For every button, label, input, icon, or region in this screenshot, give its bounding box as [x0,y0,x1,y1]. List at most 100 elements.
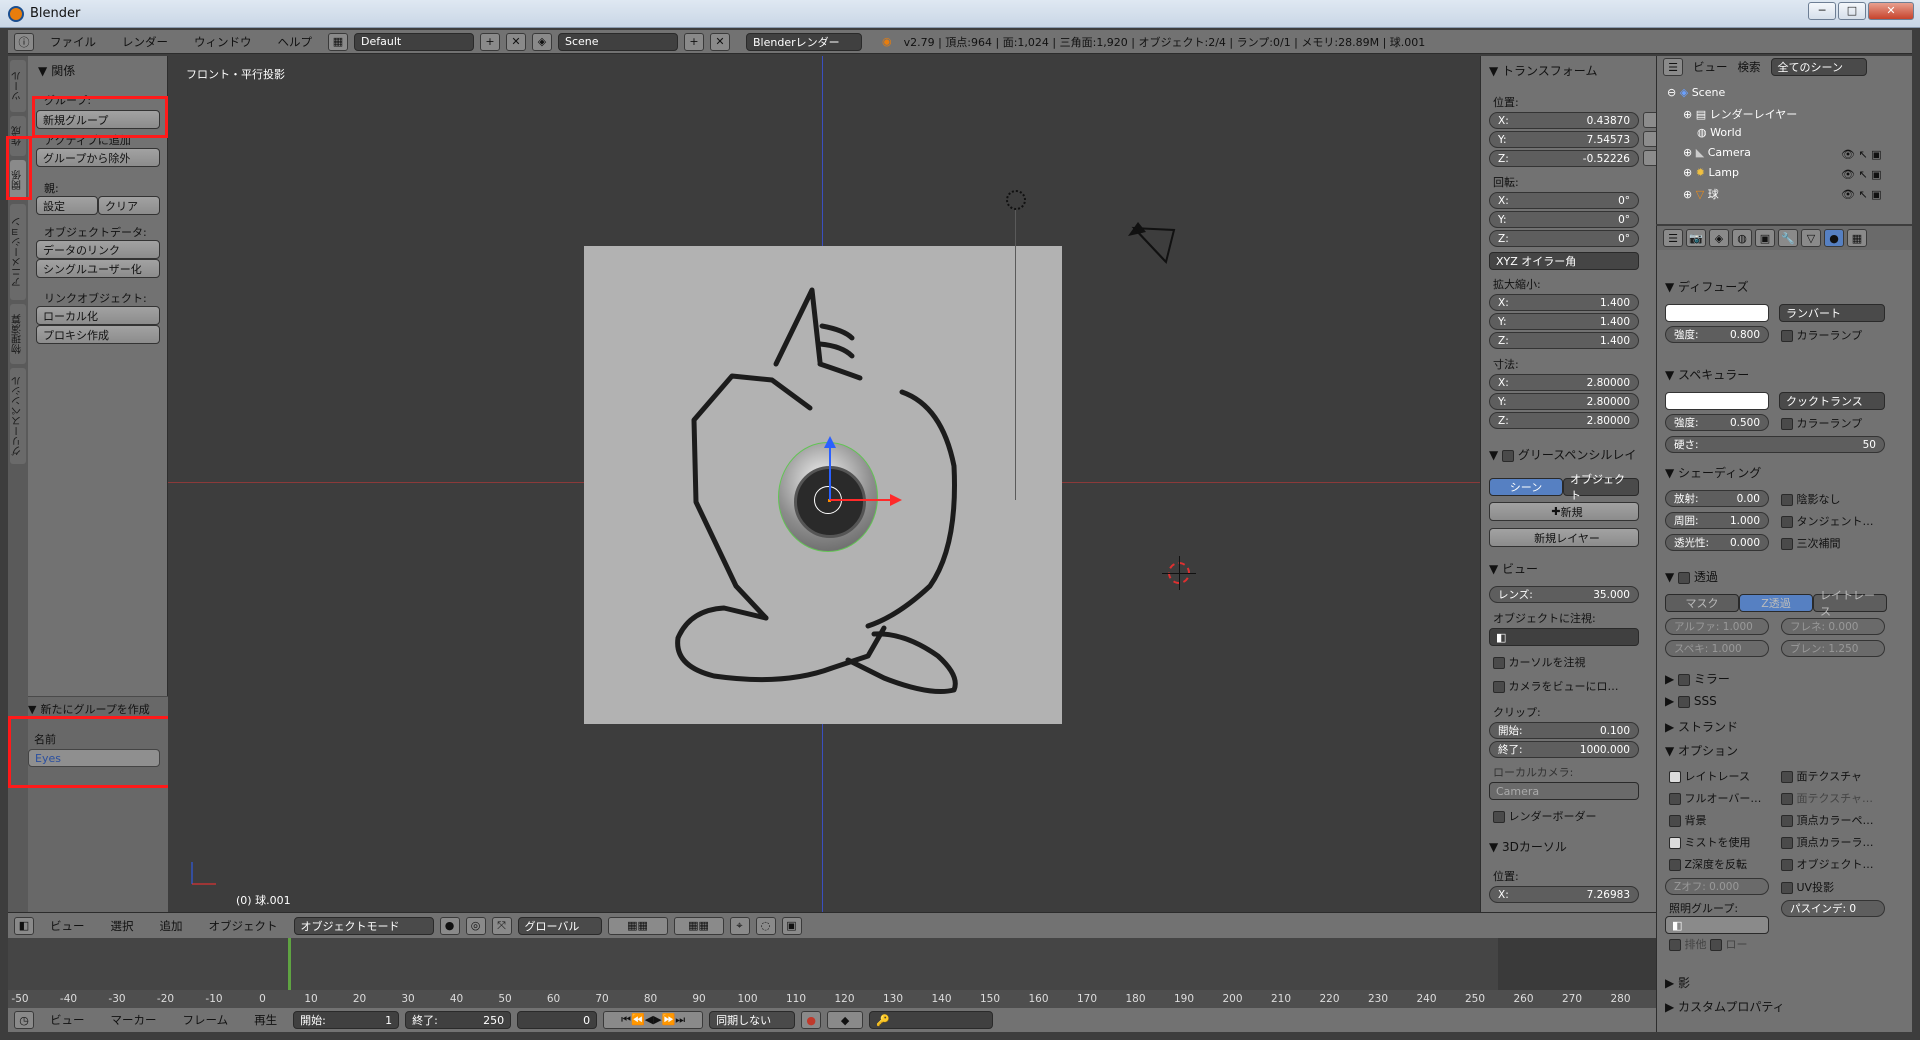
spec-alpha-field[interactable]: スペキ: 1.000 [1665,640,1769,657]
3d-viewport[interactable]: フロント・平行投影 (0) 球.001 [168,56,1480,912]
world-tab-icon[interactable]: ◍ [1732,229,1752,247]
emit-field[interactable]: 放射: 0.00 [1665,490,1769,507]
record-icon[interactable]: ● [801,1011,822,1029]
object-tab-icon[interactable]: ▣ [1755,229,1775,247]
end-frame-field[interactable]: 終了: 250 [405,1011,512,1029]
display-mode-select[interactable]: 全てのシーン [1770,58,1867,76]
material-tab-icon[interactable]: ● [1824,229,1844,247]
tangent-option[interactable]: タンジェント… [1781,513,1874,529]
modifier-tab-icon[interactable]: 🔧 [1778,229,1798,247]
diffuse-color-swatch[interactable] [1665,304,1769,322]
specular-panel-header[interactable]: ▼ スペキュラー [1665,366,1749,383]
menu-file[interactable]: ファイル [40,34,106,50]
lock-object-field[interactable]: ◧ [1489,628,1639,646]
tl-menu-view[interactable]: ビュー [40,1012,95,1028]
render-engine-select[interactable]: Blenderレンダー [746,32,862,51]
location-z[interactable]: Z: -0.52226 [1489,150,1639,167]
sync-select[interactable]: 同期しない [709,1011,796,1029]
raytrace-transp-toggle[interactable]: レイトレース [1813,589,1887,618]
single-user-button[interactable]: シングルユーザー化 [36,259,160,278]
close-button[interactable]: ✕ [1868,2,1914,20]
location-y[interactable]: Y: 7.54573 [1489,131,1639,148]
dimension-x[interactable]: X: 2.80000 [1489,374,1639,391]
outliner-item-lamp[interactable]: ⊕ ✹ Lamp [1683,166,1739,179]
mask-toggle[interactable]: マスク [1665,594,1739,612]
ambient-field[interactable]: 周囲: 1.000 [1665,512,1769,529]
specular-shader-select[interactable]: クックトランス [1779,392,1885,410]
gp-scene-toggle[interactable]: シーン [1489,478,1563,496]
fresnel-field[interactable]: フレネ: 0.000 [1781,618,1885,635]
cubic-option[interactable]: 三次補間 [1781,535,1841,551]
opt-facetex[interactable]: 面テクスチャ [1781,768,1862,784]
opt-fullover[interactable]: フルオーバー… [1669,790,1761,806]
info-editor-type-icon[interactable]: ⓘ [14,32,34,51]
texture-tab-icon[interactable]: ▦ [1847,229,1867,247]
checkbox[interactable] [1493,657,1505,669]
tab-tools[interactable]: ツール [10,60,26,112]
opt-vcolpaint[interactable]: 頂点カラーペ… [1781,812,1874,828]
sss-panel-header[interactable]: ▶ SSS [1665,694,1717,708]
shadeless-option[interactable]: 陰影なし [1781,491,1841,507]
checkbox[interactable] [1502,449,1515,462]
checkbox[interactable] [1669,939,1681,951]
remove-scene-icon[interactable]: ✕ [710,32,730,51]
menu-help[interactable]: ヘルプ [268,34,323,50]
pivot-icon[interactable]: ◎ [465,916,486,935]
proportional-icon[interactable]: ◌ [755,916,776,935]
checkbox[interactable] [1781,771,1793,783]
specular-color-swatch[interactable] [1665,392,1769,410]
checkbox[interactable] [1669,793,1681,805]
current-frame-marker[interactable] [288,938,291,990]
render-tab-icon[interactable]: 📷 [1686,229,1706,247]
parent-clear-button[interactable]: クリア [98,196,160,215]
specular-ramp-option[interactable]: カラーランプ [1781,415,1862,431]
camera-object-icon[interactable] [1124,218,1184,266]
gp-new-button[interactable]: ✚ 新規 [1489,502,1639,521]
scale-z[interactable]: Z: 1.400 [1489,332,1639,349]
layers-icon[interactable]: ▦▦ [607,916,668,935]
checkbox[interactable] [1669,771,1681,783]
manipulator-icon[interactable]: ⤧ [491,916,512,935]
screen-layout-icon[interactable]: ▦ [328,32,348,51]
cursor-x-field[interactable]: X: 7.26983 [1489,886,1639,903]
tab-grease-pencil[interactable]: グリースペンシル [10,368,26,464]
timeline[interactable]: -50 -40 -30 -20 -10 0 10 20 30 40 50 60 70 80 90 100 110… [8,938,1656,1010]
tl-menu-frame[interactable]: フレーム [173,1012,239,1028]
opt-uvproj[interactable]: UV投影 [1781,879,1834,895]
render-border-option[interactable]: レンダーボーダー [1493,808,1597,824]
checkbox[interactable] [1781,538,1793,550]
outliner-item-world[interactable]: ◍ World [1697,126,1742,139]
gizmo-z-arrow[interactable] [829,446,831,500]
dimension-z[interactable]: Z: 2.80000 [1489,412,1639,429]
snap-icon[interactable]: ⌖ [729,916,750,935]
outliner-item-scene[interactable]: ⊖ ◈ Scene [1667,86,1725,99]
opt-vcollight[interactable]: 頂点カラーラ… [1781,834,1874,850]
relations-panel-header[interactable]: ▼ 関係 [38,62,75,79]
playback-controls-icon[interactable]: ⏮⏪◀▶⏩⏭ [603,1011,704,1029]
current-frame-field[interactable]: 0 [517,1011,598,1029]
checkbox[interactable] [1781,859,1793,871]
lock-cursor-option[interactable]: カーソルを注視 [1493,654,1586,670]
scene-field[interactable]: Scene [558,32,678,51]
timeline-editor-icon[interactable]: ◷ [14,1011,34,1029]
mirror-panel-header[interactable]: ▶ ミラー [1665,670,1730,687]
opt-sky[interactable]: 背景 [1669,812,1707,828]
mode-select[interactable]: オブジェクトモード [293,916,434,935]
lamp-icon[interactable] [1006,190,1026,210]
operator-panel-header[interactable]: ▼ 新たにグループを作成 [28,701,150,717]
tl-menu-marker[interactable]: マーカー [101,1012,167,1028]
clip-end-field[interactable]: 終了: 1000.000 [1489,741,1639,758]
checkbox[interactable] [1678,571,1691,584]
lock-icon[interactable] [1643,112,1656,128]
lens-field[interactable]: レンズ: 35.000 [1489,586,1639,603]
tl-menu-playback[interactable]: 再生 [244,1012,287,1028]
gizmo-x-arrow[interactable] [830,499,890,501]
checkbox[interactable] [1781,815,1793,827]
scale-x[interactable]: X: 1.400 [1489,294,1639,311]
shadow-panel-header[interactable]: ▶ 影 [1665,974,1690,991]
checkbox[interactable] [1781,837,1793,849]
local-camera-field[interactable]: Camera [1489,782,1639,800]
checkbox[interactable] [1781,330,1793,342]
make-proxy-button[interactable]: プロキシ作成 [36,325,160,344]
visibility-icon[interactable]: 👁 ↖ ▣ [1841,188,1882,201]
